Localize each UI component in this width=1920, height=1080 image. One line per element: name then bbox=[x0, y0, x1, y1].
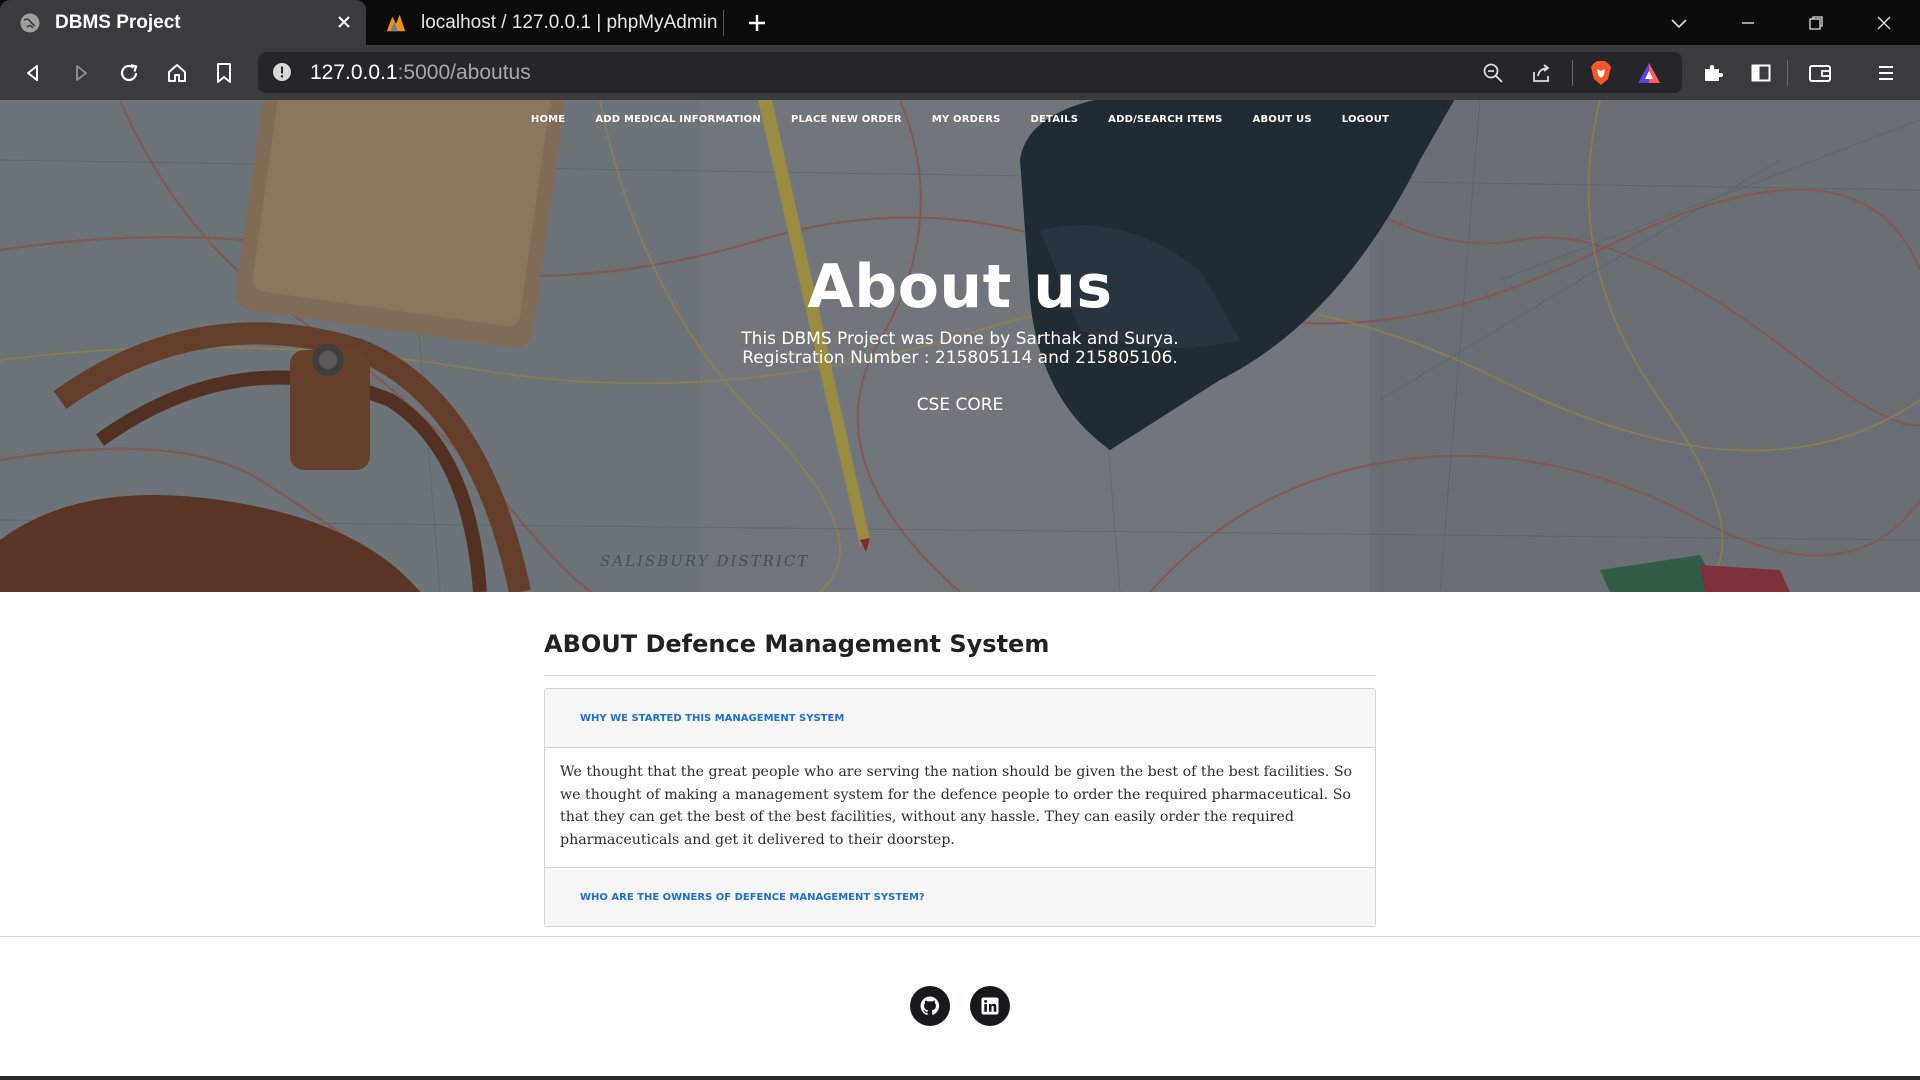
wallet-icon[interactable] bbox=[1804, 57, 1836, 89]
share-icon[interactable] bbox=[1528, 60, 1554, 86]
forward-arrow-icon[interactable] bbox=[65, 57, 97, 89]
tab-phpmyadmin[interactable]: localhost / 127.0.0.1 | phpMyAdmin 5. bbox=[366, 0, 723, 45]
phpmyadmin-icon bbox=[385, 12, 407, 34]
page-bottom-edge bbox=[0, 1076, 1920, 1080]
faq-question-owners[interactable]: WHO ARE THE OWNERS OF DEFENCE MANAGEMENT… bbox=[545, 868, 1375, 926]
zoom-icon[interactable] bbox=[1480, 60, 1506, 86]
nav-add-search-items[interactable]: ADD/SEARCH ITEMS bbox=[1093, 114, 1237, 125]
nav-place-new-order[interactable]: PLACE NEW ORDER bbox=[776, 114, 917, 125]
hero-credit-line: This DBMS Project was Done by Sarthak an… bbox=[741, 329, 1179, 349]
faq-accordion: WHY WE STARTED THIS MANAGEMENT SYSTEM We… bbox=[544, 688, 1376, 927]
home-icon[interactable] bbox=[161, 57, 193, 89]
linkedin-icon[interactable] bbox=[970, 986, 1010, 1026]
tab-dbms-project[interactable]: DBMS Project bbox=[0, 0, 366, 45]
reload-icon[interactable] bbox=[113, 57, 145, 89]
close-tab-icon[interactable] bbox=[332, 10, 356, 34]
faq-question-label: WHO ARE THE OWNERS OF DEFENCE MANAGEMENT… bbox=[580, 891, 925, 903]
tab-search-chevron-icon[interactable] bbox=[1663, 7, 1695, 39]
url-text[interactable]: 127.0.0.1:5000/aboutus bbox=[310, 61, 531, 85]
nav-my-orders[interactable]: MY ORDERS bbox=[917, 114, 1016, 125]
tab-title: DBMS Project bbox=[55, 11, 181, 33]
url-host: 127.0.0.1 bbox=[310, 61, 398, 84]
globe-icon bbox=[19, 12, 41, 34]
new-tab-plus-icon[interactable] bbox=[743, 9, 771, 37]
back-arrow-icon[interactable] bbox=[17, 57, 49, 89]
bookmark-icon[interactable] bbox=[208, 57, 240, 89]
url-path: :5000/aboutus bbox=[397, 61, 531, 84]
hero-banner: SALISBURY DISTRICT HOME ADD MEDICAL INFO… bbox=[0, 100, 1920, 592]
hero-department-line: CSE CORE bbox=[916, 395, 1004, 415]
web-page: SALISBURY DISTRICT HOME ADD MEDICAL INFO… bbox=[0, 100, 1920, 1080]
brave-shields-icon[interactable] bbox=[1588, 60, 1614, 86]
extensions-puzzle-icon[interactable] bbox=[1697, 57, 1729, 89]
restore-icon[interactable] bbox=[1800, 7, 1832, 39]
browser-toolbar: 127.0.0.1:5000/aboutus bbox=[0, 45, 1920, 100]
nav-home[interactable]: HOME bbox=[516, 114, 580, 125]
nav-logout[interactable]: LOGOUT bbox=[1327, 114, 1404, 125]
faq-answer-text: We thought that the great people who are… bbox=[560, 764, 1353, 848]
omnibox-divider bbox=[1572, 60, 1573, 86]
site-info-icon[interactable] bbox=[272, 62, 292, 82]
brave-rewards-icon[interactable] bbox=[1636, 60, 1662, 86]
about-section: ABOUT Defence Management System WHY WE S… bbox=[544, 628, 1376, 927]
faq-answer-why-started: We thought that the great people who are… bbox=[545, 747, 1375, 868]
address-bar[interactable]: 127.0.0.1:5000/aboutus bbox=[258, 52, 1682, 93]
toolbar-divider bbox=[1787, 60, 1788, 86]
nav-details[interactable]: DETAILS bbox=[1016, 114, 1094, 125]
faq-question-label: WHY WE STARTED THIS MANAGEMENT SYSTEM bbox=[580, 712, 845, 724]
minimize-icon[interactable] bbox=[1732, 7, 1764, 39]
github-icon[interactable] bbox=[910, 986, 950, 1026]
page-title: About us bbox=[807, 252, 1113, 322]
main-navigation: HOME ADD MEDICAL INFORMATION PLACE NEW O… bbox=[0, 114, 1920, 125]
nav-about-us[interactable]: ABOUT US bbox=[1238, 114, 1327, 125]
nav-add-medical-information[interactable]: ADD MEDICAL INFORMATION bbox=[580, 114, 776, 125]
footer-divider bbox=[0, 936, 1920, 937]
hero-registration-line: Registration Number : 215805114 and 2158… bbox=[742, 348, 1178, 368]
browser-tab-bar: DBMS Project localhost / 127.0.0.1 | php… bbox=[0, 0, 1920, 45]
tab-divider bbox=[723, 10, 724, 36]
menu-hamburger-icon[interactable] bbox=[1870, 57, 1902, 89]
faq-question-why-started[interactable]: WHY WE STARTED THIS MANAGEMENT SYSTEM bbox=[545, 689, 1375, 747]
about-heading: ABOUT Defence Management System bbox=[544, 628, 1376, 676]
tab-title: localhost / 127.0.0.1 | phpMyAdmin 5. bbox=[421, 11, 721, 33]
sidebar-toggle-icon[interactable] bbox=[1745, 57, 1777, 89]
close-window-icon[interactable] bbox=[1868, 7, 1900, 39]
